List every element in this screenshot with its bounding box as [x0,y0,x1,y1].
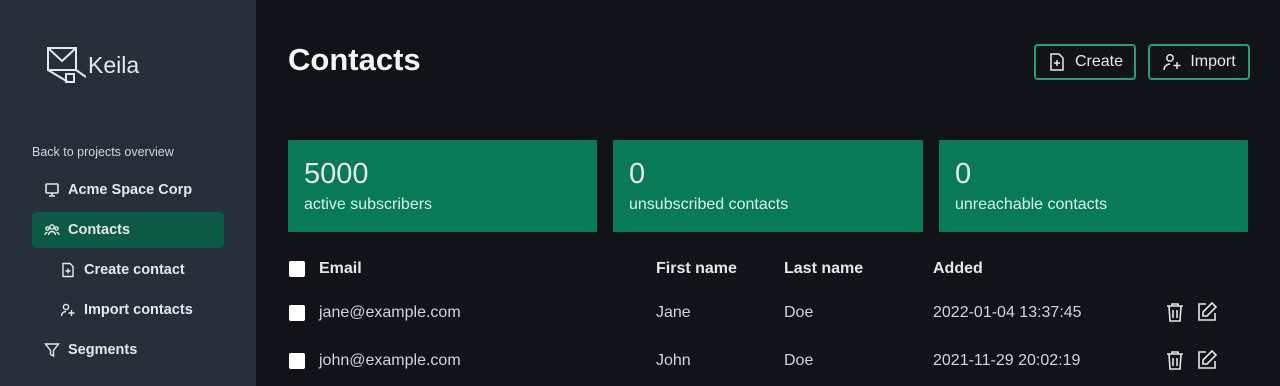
trash-icon[interactable] [1164,301,1186,323]
contact-first-name: John [656,352,691,369]
row-checkbox[interactable] [289,353,305,369]
import-button[interactable]: Import [1148,44,1250,80]
stat-card-unreachable: 0 unreachable contacts [939,140,1248,232]
user-plus-icon [60,302,76,318]
sidebar-item-label: Acme Space Corp [68,182,193,198]
contact-email[interactable]: jane@example.com [319,304,461,322]
import-button-label: Import [1190,53,1236,70]
sidebar-item-label: Contacts [68,222,131,238]
column-header-email[interactable]: Email [319,260,362,278]
stat-label: unreachable contacts [955,196,1108,213]
trash-icon[interactable] [1164,349,1186,371]
app-logo[interactable]: Keila [46,44,139,84]
contact-added: 2022-01-04 13:37:45 [933,304,1082,321]
page-title: Contacts [288,42,421,77]
sidebar-item-import-contacts[interactable]: Import contacts [32,292,224,328]
sidebar-item-create-contact[interactable]: Create contact [32,252,224,288]
stat-card-active: 5000 active subscribers [288,140,597,232]
create-button[interactable]: Create [1034,44,1136,80]
column-header-first-name[interactable]: First name [656,260,737,278]
edit-icon[interactable] [1196,301,1218,323]
sidebar: Keila Back to projects overview Acme Spa… [0,0,256,386]
select-all-checkbox[interactable] [289,261,305,277]
contact-email[interactable]: john@example.com [319,352,461,370]
app-name: Keila [88,51,140,78]
monitor-icon [44,182,60,198]
contact-first-name: Jane [656,304,691,321]
contact-added: 2021-11-29 20:02:19 [933,352,1081,369]
file-plus-icon [60,262,76,278]
create-button-label: Create [1074,53,1124,70]
sidebar-item-project[interactable]: Acme Space Corp [32,172,224,208]
contact-last-name: Doe [784,352,814,369]
sidebar-item-label: Import contacts [84,302,193,318]
stat-value: 0 [629,158,646,190]
back-to-projects-link[interactable]: Back to projects overview [32,145,174,159]
filter-icon [44,342,60,358]
edit-icon[interactable] [1196,349,1218,371]
sidebar-item-label: Create contact [84,262,185,278]
contact-last-name: Doe [784,304,814,321]
sidebar-item-label: Segments [68,342,138,358]
users-icon [44,222,60,238]
file-plus-icon [1047,52,1075,72]
stat-value: 0 [955,158,972,190]
stat-label: unsubscribed contacts [629,196,789,213]
column-header-last-name[interactable]: Last name [784,260,863,278]
user-plus-icon [1162,52,1190,72]
sidebar-item-segments[interactable]: Segments [32,332,224,368]
column-header-added[interactable]: Added [933,260,983,278]
keila-logo-icon [46,44,86,84]
stat-value: 5000 [304,158,369,190]
stat-card-unsubscribed: 0 unsubscribed contacts [613,140,923,232]
row-checkbox[interactable] [289,305,305,321]
sidebar-item-contacts[interactable]: Contacts [32,212,224,248]
stat-label: active subscribers [304,196,433,213]
